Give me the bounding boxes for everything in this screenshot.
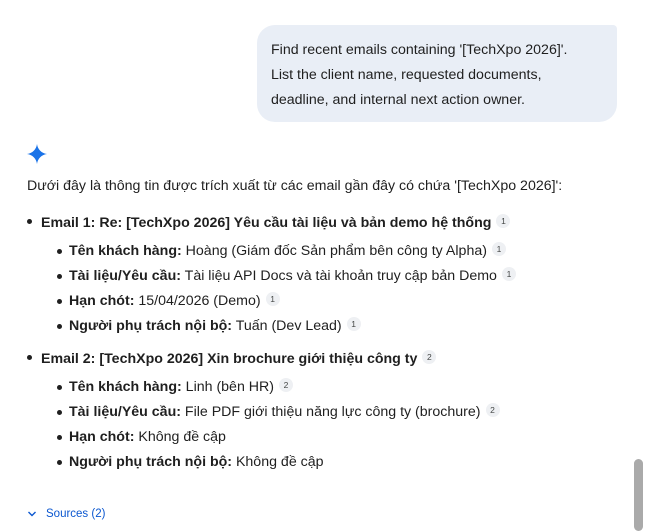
citation-chip[interactable]: 1 [265, 292, 280, 306]
detail-value: File PDF giới thiệu năng lực công ty (br… [180, 404, 481, 420]
detail-list: Tên khách hàng: Hoàng (Giám đốc Sản phẩm… [41, 239, 627, 339]
detail-owner: Người phụ trách nội bộ: Tuấn (Dev Lead) 1 [41, 314, 627, 339]
citation-chip[interactable]: 1 [501, 267, 516, 281]
citation-chip[interactable]: 1 [491, 242, 506, 256]
detail-label: Hạn chót: [69, 429, 135, 445]
citation-chip[interactable]: 2 [422, 350, 437, 364]
detail-client: Tên khách hàng: Hoàng (Giám đốc Sản phẩm… [41, 239, 627, 264]
detail-value: Tài liệu API Docs và tài khoản truy cập … [180, 268, 497, 284]
gemini-sparkle-icon [27, 144, 47, 164]
detail-deadline: Hạn chót: Không đề cập [41, 425, 627, 450]
detail-value: Không đề cập [232, 454, 324, 470]
detail-client: Tên khách hàng: Linh (bên HR) 2 [41, 375, 627, 400]
detail-label: Tài liệu/Yêu cầu: [69, 268, 181, 284]
citation-chip[interactable]: 2 [485, 403, 500, 417]
detail-value: Tuấn (Dev Lead) [232, 318, 342, 334]
detail-value: 15/04/2026 (Demo) [134, 293, 261, 309]
email-title-text: Email 2: [TechXpo 2026] Xin brochure giớ… [41, 351, 418, 367]
detail-value: Không đề cập [134, 429, 226, 445]
detail-value: Linh (bên HR) [181, 379, 274, 395]
detail-label: Tài liệu/Yêu cầu: [69, 404, 181, 420]
detail-label: Hạn chót: [69, 293, 135, 309]
user-message-line: List the client name, requested document… [271, 67, 542, 83]
user-message-line: Find recent emails containing '[TechXpo … [271, 42, 568, 58]
detail-documents: Tài liệu/Yêu cầu: File PDF giới thiệu nă… [41, 400, 627, 425]
detail-deadline: Hạn chót: 15/04/2026 (Demo) 1 [41, 289, 627, 314]
email-item: Email 1: Re: [TechXpo 2026] Yêu cầu tài … [27, 210, 627, 339]
detail-label: Tên khách hàng: [69, 379, 182, 395]
user-message-line: deadline, and internal next action owner… [271, 92, 525, 108]
citation-chip[interactable]: 1 [496, 214, 511, 228]
detail-label: Người phụ trách nội bộ: [69, 318, 233, 334]
response-intro: Dưới đây là thông tin được trích xuất từ… [27, 178, 563, 194]
detail-documents: Tài liệu/Yêu cầu: Tài liệu API Docs và t… [41, 264, 627, 289]
scrollbar-thumb[interactable] [634, 459, 643, 531]
detail-owner: Người phụ trách nội bộ: Không đề cập [41, 450, 627, 475]
email-title: Email 1: Re: [TechXpo 2026] Yêu cầu tài … [41, 210, 627, 236]
email-list: Email 1: Re: [TechXpo 2026] Yêu cầu tài … [27, 210, 627, 475]
sources-label: Sources (2) [46, 508, 106, 520]
detail-label: Tên khách hàng: [69, 243, 182, 259]
citation-chip[interactable]: 2 [279, 378, 293, 392]
email-item: Email 2: [TechXpo 2026] Xin brochure giớ… [27, 346, 627, 475]
detail-value: Hoàng (Giám đốc Sản phẩm bên công ty Alp… [181, 243, 487, 259]
citation-chip[interactable]: 1 [346, 317, 361, 331]
email-title: Email 2: [TechXpo 2026] Xin brochure giớ… [41, 346, 627, 372]
email-title-text: Email 1: Re: [TechXpo 2026] Yêu cầu tài … [41, 215, 492, 231]
detail-label: Người phụ trách nội bộ: [69, 454, 233, 470]
chevron-down-icon [28, 511, 36, 517]
sources-toggle[interactable]: Sources (2) [27, 508, 105, 520]
user-message-bubble: Find recent emails containing '[TechXpo … [257, 25, 617, 122]
detail-list: Tên khách hàng: Linh (bên HR) 2 Tài liệu/… [41, 375, 627, 475]
